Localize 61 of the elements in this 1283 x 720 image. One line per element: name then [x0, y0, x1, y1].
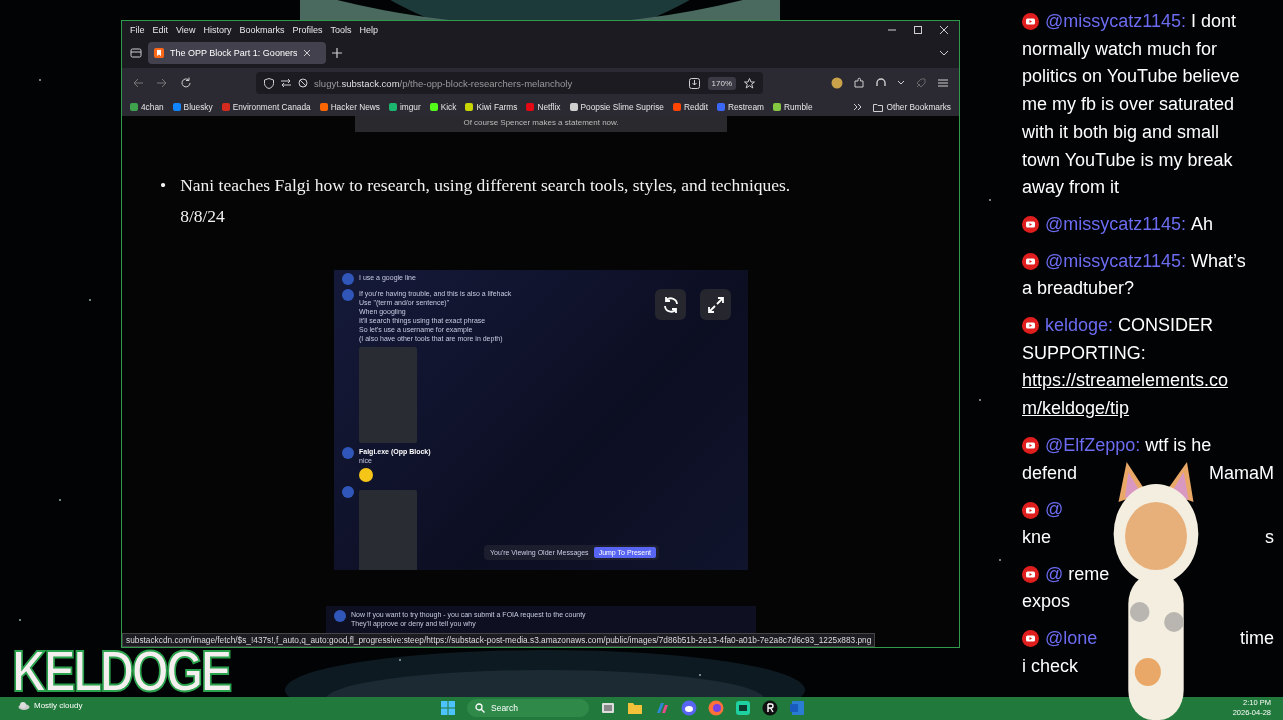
zoom-level-badge[interactable]: 170%: [707, 76, 736, 90]
bullet-marker: •: [160, 174, 167, 197]
bookmark-link[interactable]: imgur: [388, 102, 421, 112]
chat-text: SUPPORTING:: [1022, 341, 1146, 365]
search-field[interactable]: Search: [467, 699, 589, 717]
chat-username: @lone: [1045, 627, 1098, 651]
chat-username: @ElfZeppo:: [1045, 433, 1141, 457]
chat-username: @: [1045, 562, 1064, 586]
chat-text: kne: [1022, 525, 1052, 549]
chat-text: CONSIDER: [1118, 314, 1214, 338]
bookmark-link[interactable]: Environment Canada: [221, 102, 311, 112]
bookmark-link[interactable]: 4chan: [130, 102, 164, 112]
menu-item[interactable]: Tools: [326, 24, 356, 35]
status-url: substackcdn.com/image/fetch/$s_!437s!,f_auto,q_auto:good,fl_progressive:steep/https://substack-post-media.s3.amazonaws.com/public/images/7d86b51b-2e13-4fa0-a01b-7e2a8c7d6c93_1225x883.png: [122, 633, 876, 647]
chat-username: keldoge:: [1045, 314, 1114, 338]
chat-text: expos: [1022, 590, 1071, 614]
weather-text: Mostly cloudy: [34, 701, 83, 710]
chat-text: with it both big and small: [1022, 120, 1220, 144]
bookmark-link[interactable]: Restream: [716, 102, 764, 112]
chat-link[interactable]: https://streamelements.co: [1022, 367, 1229, 396]
bookmark-folder[interactable]: Other Bookmarks: [873, 102, 951, 112]
chat-text: me my fb is over saturated: [1022, 93, 1235, 117]
bookmark-link[interactable]: Hacker News: [319, 102, 380, 112]
chat-text: s: [1265, 525, 1274, 549]
url-field[interactable]: slugyt.substack.com/p/the-opp-block-researchers-melancholy 170%: [256, 72, 763, 94]
chat-text: wtf is he: [1145, 433, 1212, 457]
chat-username: @missycatz1145:: [1045, 10, 1186, 33]
menu-item[interactable]: Bookmarks: [235, 24, 289, 35]
chat-username: @missycatz1145:: [1045, 212, 1186, 236]
chat-link[interactable]: m/keldoge/tip: [1022, 395, 1130, 423]
menu-item[interactable]: Profiles: [288, 24, 327, 35]
chat-text: a breadtuber?: [1022, 277, 1135, 301]
browser-tab[interactable]: The OPP Block Part 1: Gooners: [148, 42, 326, 64]
chat-text: reme: [1068, 562, 1110, 586]
menu-item[interactable]: File: [126, 24, 149, 35]
menu-item[interactable]: Edit: [148, 24, 173, 35]
chat-text: time: [1240, 627, 1274, 651]
menu-item[interactable]: View: [172, 24, 200, 35]
chat-text: normally watch much for: [1022, 37, 1218, 61]
menu-item[interactable]: History: [199, 24, 236, 35]
chat-text: Ah: [1191, 212, 1214, 236]
bookmark-link[interactable]: Poopsie Slime Suprise: [569, 102, 664, 112]
chat-username: @: [1045, 498, 1064, 522]
menu-item[interactable]: Help: [355, 24, 382, 35]
chat-text: politics on YouTube believe: [1022, 65, 1240, 89]
bookmark-link[interactable]: Rumble: [772, 102, 813, 112]
chat-text: defend: [1022, 461, 1078, 485]
chat-text: I dont: [1191, 10, 1237, 33]
bullet-text: Nani teaches Falgi how to research, using different search tools, styles, and techniques. 8/8/24: [180, 174, 792, 228]
chat-text: i check: [1022, 654, 1079, 678]
image-caption: Of course Spencer makes a statement now.: [355, 116, 727, 132]
chat-text: MamaM: [1209, 461, 1274, 485]
chat-text: town YouTube is my break: [1022, 148, 1233, 172]
chat-username: @missycatz1145:: [1045, 249, 1186, 273]
chat-text: away from it: [1022, 176, 1120, 200]
bookmark-link[interactable]: Bluesky: [172, 102, 213, 112]
bookmark-link[interactable]: Netflix: [526, 102, 561, 112]
bookmark-link[interactable]: Kiwi Farms: [465, 102, 518, 112]
bookmark-link[interactable]: Reddit: [673, 102, 708, 112]
bookmark-link[interactable]: Kick: [429, 102, 457, 112]
chat-text: What’s: [1191, 249, 1246, 273]
